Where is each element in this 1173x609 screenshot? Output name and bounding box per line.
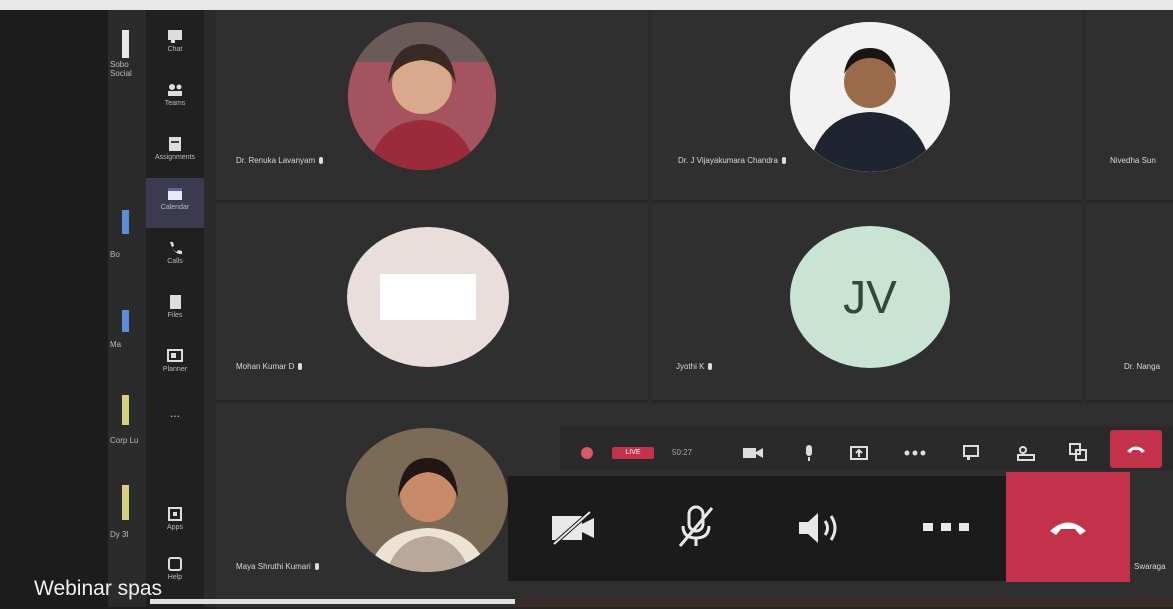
rail-item-planner[interactable]: Planner [146, 340, 204, 390]
mic-icon [298, 363, 303, 370]
person-photo-icon [790, 22, 950, 172]
participant-name: Dr. Renuka Lavanyam [236, 156, 324, 165]
participant-name: Nivedha Sun [1110, 156, 1156, 165]
apps-icon [168, 507, 182, 521]
live-badge: LIVE [612, 447, 654, 459]
outer-scroll-marker [122, 30, 129, 58]
participant-name: Maya Shruthi Kumari [236, 562, 319, 571]
more-actions-icon[interactable] [922, 521, 970, 533]
rail-item-label: Calls [167, 258, 183, 265]
hang-up-icon [1127, 446, 1145, 453]
more-options-icon[interactable] [904, 450, 926, 456]
meeting-timer: 50:27 [672, 448, 693, 457]
outer-scroll-marker [122, 210, 129, 234]
help-icon [168, 557, 182, 571]
files-icon [170, 295, 181, 309]
outer-list-item[interactable]: Corp Lu [110, 436, 146, 445]
outer-list-item[interactable]: Ma [110, 340, 146, 349]
chat-icon [168, 30, 182, 43]
rail-item-more[interactable]: ... [146, 400, 204, 430]
participant-name: Dr. J Vijayakumara Chandra [678, 156, 786, 165]
rail-item-assignments[interactable]: Assignments [146, 128, 204, 178]
video-off-icon[interactable] [550, 510, 596, 546]
bottom-strip [515, 599, 1173, 607]
microphone-icon[interactable] [804, 444, 814, 462]
rail-item-label: Planner [162, 366, 188, 373]
teams-icon [168, 84, 182, 96]
camera-icon[interactable] [742, 447, 764, 459]
progress-line [150, 599, 515, 604]
blank-card-icon [380, 274, 476, 320]
participant-name: Jyothi K [676, 362, 713, 371]
rail-item-calls[interactable]: Calls [146, 232, 204, 282]
calendar-icon [168, 188, 182, 200]
participant-name: Mohan Kumar D [236, 362, 303, 371]
app-rail: Chat Teams Assignments Calendar Calls Fi… [146, 10, 204, 607]
mic-icon [708, 363, 713, 370]
participant-tile[interactable] [1086, 10, 1173, 202]
more-icon: ... [169, 406, 180, 420]
outer-list-item[interactable]: Sobo Social [110, 60, 146, 78]
assignments-icon [169, 137, 181, 151]
rail-item-label: Chat [167, 46, 183, 53]
rail-item-files[interactable]: Files [146, 286, 204, 336]
rail-item-label: Assignments [154, 154, 196, 161]
record-icon [581, 447, 593, 459]
meeting-chat-icon[interactable] [962, 444, 980, 462]
breakout-rooms-icon[interactable] [1068, 442, 1088, 462]
participant-tile[interactable] [1086, 204, 1173, 402]
rail-item-chat[interactable]: Chat [146, 20, 204, 70]
person-photo-icon [346, 428, 508, 572]
rail-item-label: Files [167, 312, 183, 319]
top-strip [0, 0, 1173, 10]
participant-avatar [347, 227, 509, 367]
hang-up-button-small[interactable] [1110, 430, 1162, 468]
rail-item-label: Apps [167, 524, 183, 531]
outer-scroll-marker [122, 485, 129, 520]
hang-up-button[interactable] [1006, 472, 1130, 582]
participants-icon[interactable] [1016, 444, 1036, 462]
mic-muted-icon[interactable] [676, 504, 716, 548]
person-photo-icon [348, 22, 496, 170]
outer-list-item[interactable]: Dy 3I [110, 530, 146, 539]
rail-item-teams[interactable]: Teams [146, 74, 204, 124]
phone-icon [170, 242, 182, 255]
hang-up-icon [1050, 522, 1086, 535]
mic-icon [314, 563, 319, 570]
avatar-initials: JV [843, 271, 897, 323]
rail-item-calendar[interactable]: Calendar [146, 178, 204, 228]
outer-scroll-marker [122, 310, 129, 332]
participant-avatar: JV [790, 226, 950, 368]
share-screen-icon[interactable] [850, 446, 868, 462]
participant-photo [348, 22, 496, 170]
planner-icon [167, 349, 183, 362]
video-caption: Webinar spas [34, 577, 163, 600]
outer-list-item[interactable]: Bo [110, 250, 146, 259]
participant-photo [346, 428, 508, 572]
rail-item-label: Teams [164, 100, 186, 107]
participant-photo [790, 22, 950, 172]
mic-icon [781, 157, 786, 164]
rail-item-label: Calendar [160, 204, 190, 211]
mic-icon [319, 157, 324, 164]
outer-list-panel [0, 10, 108, 607]
participant-name: Swaraga [1134, 562, 1166, 571]
outer-scroll-marker [122, 395, 129, 425]
speaker-icon[interactable] [796, 510, 844, 546]
participant-name: Dr. Nanga [1124, 362, 1161, 371]
rail-item-apps[interactable]: Apps [146, 498, 204, 548]
